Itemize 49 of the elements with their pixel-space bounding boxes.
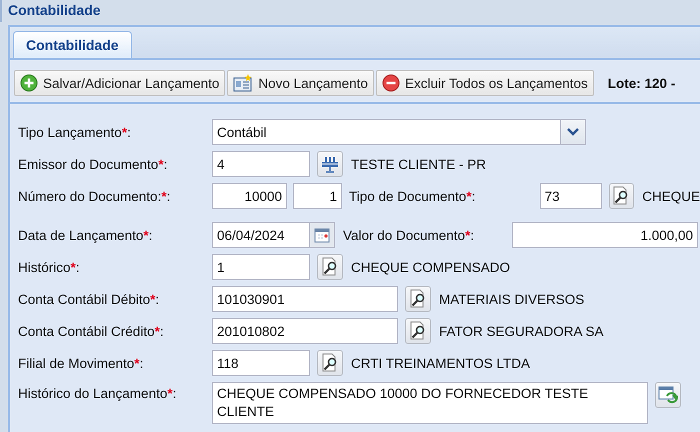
tab[interactable]: Contabilidade <box>13 31 132 58</box>
field-label: Conta Contábil Débito*: <box>18 292 160 306</box>
input-field[interactable]: 201010802 <box>212 318 398 344</box>
field-label: Filial de Movimento*: <box>18 356 144 370</box>
date-field[interactable]: 06/04/2024 <box>212 222 335 248</box>
lookup-description: CHEQUE <box>642 188 700 204</box>
series-field[interactable]: 1 <box>293 183 342 209</box>
field-label: Tipo de Documento*: <box>349 188 476 204</box>
calendar-icon <box>314 227 330 243</box>
field-label: Tipo Lançamento*: <box>18 124 132 140</box>
minus-icon <box>382 74 400 92</box>
plus-icon <box>20 74 38 92</box>
chevron-down-icon <box>567 128 579 136</box>
field-label: Histórico do Lançamento*: <box>18 385 178 401</box>
lookup-description: FATOR SEGURADORA SA <box>439 324 604 338</box>
lookup-description: TESTE CLIENTE - PR <box>351 156 486 172</box>
new-document-icon <box>233 74 254 92</box>
field-label: Emissor do Documento*: <box>18 156 168 172</box>
toolbar-button[interactable]: Excluir Todos os Lançamentos <box>376 70 594 96</box>
lookup-description: CHEQUE COMPENSADO <box>351 260 510 274</box>
lookup-description: CRTI TREINAMENTOS LTDA <box>351 356 530 370</box>
window-title: Contabilidade <box>0 0 700 22</box>
field-label: Histórico*: <box>18 260 81 274</box>
field-label: Conta Contábil Crédito*: <box>18 324 165 338</box>
field-label: Valor do Documento*: <box>343 228 476 242</box>
amount-field[interactable]: 1.000,00 <box>512 222 698 248</box>
input-field[interactable]: 101030901 <box>212 286 398 312</box>
lookup-button[interactable] <box>317 151 343 177</box>
type-dropdown[interactable]: Contábil <box>212 119 586 145</box>
lookup-button[interactable] <box>608 183 634 209</box>
field-label: Número do Documento:*: <box>18 188 172 204</box>
batch-label: Lote: 120 - <box>608 76 676 90</box>
text-area[interactable]: CHEQUE COMPENSADO 10000 DO FORNECEDOR TESTE CLIENTE <box>212 382 648 424</box>
toolbar-button[interactable]: Novo Lançamento <box>227 70 374 96</box>
lookup-button[interactable] <box>317 350 343 376</box>
lookup-button[interactable] <box>405 286 431 312</box>
input-field[interactable]: 1 <box>212 254 310 280</box>
input-field[interactable]: 4 <box>212 151 310 177</box>
building-icon <box>320 155 340 173</box>
refresh-icon <box>658 386 678 404</box>
input-field[interactable]: 73 <box>540 183 602 209</box>
input-field[interactable]: 118 <box>212 350 310 376</box>
lookup-button[interactable] <box>317 254 343 280</box>
lookup-description: MATERIAIS DIVERSOS <box>439 292 584 306</box>
field-label: Data de Lançamento*: <box>18 228 154 242</box>
refresh-button[interactable] <box>655 382 681 408</box>
toolbar-button[interactable]: Salvar/Adicionar Lançamento <box>14 70 226 96</box>
document-number-field[interactable]: 10000 <box>212 183 287 209</box>
lookup-button[interactable] <box>405 318 431 344</box>
